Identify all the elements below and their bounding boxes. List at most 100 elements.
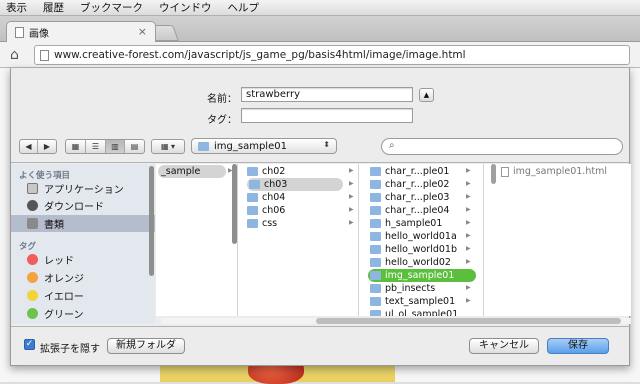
close-tab-icon[interactable]: × [138,25,147,38]
coverflow-view-button[interactable]: ▤ [125,140,144,153]
column-1-scrollbar[interactable] [232,164,237,244]
folder-icon [370,206,381,215]
column-2: ch02 ▶ ch03 ▶ ch04 ▶ ch06 ▶ css ▶ [239,164,359,316]
popup-arrows-icon: ⬍ [323,140,330,149]
filename-input[interactable]: strawberry [241,87,413,102]
column-item[interactable]: char_r...ple04 [370,204,449,217]
folder-icon [370,167,381,176]
column-item-label: hello_world02 [385,257,451,268]
menu-history[interactable]: 履歴 [43,0,64,15]
column-item[interactable]: hello_world02 [370,256,451,269]
menu-window[interactable]: ウインドウ [159,0,212,15]
sidebar-item-downloads[interactable]: ダウンロード [11,197,155,214]
tag-input[interactable] [241,108,413,123]
column-view-button[interactable]: ▥ [106,140,125,153]
column-4: img_sample01.html [485,164,631,316]
menu-help[interactable]: ヘルプ [228,0,260,15]
back-forward-buttons: ◀ ▶ [19,139,57,154]
toolbar-divider [11,162,631,163]
column-item[interactable]: ch04 [247,191,343,204]
disclosure-arrow-icon: ▶ [466,219,471,226]
applications-icon [27,183,38,194]
column-item-label: ul_ol_sample01 [385,309,459,316]
sidebar: よく使う項目 アプリケーション ダウンロード 書類 タグ レッド オレンジ イエ… [11,164,155,324]
column-item-label: char_r...ple04 [385,205,450,216]
url-field[interactable]: www.creative-forest.com/javascript/js_ga… [34,45,630,65]
disclosure-arrow-icon: ▶ [349,180,354,187]
column-item-label: char_r...ple02 [385,179,450,190]
column-browser: _sample ▶ ch02 ▶ ch03 ▶ ch04 ▶ ch06 ▶ cs… [156,164,631,316]
sidebar-item-tag-red[interactable]: レッド [11,251,155,268]
column-item-label: img_sample01.html [513,166,607,177]
arrange-button[interactable]: ▦ ▾ [151,139,185,154]
folder-icon [370,180,381,189]
new-folder-button[interactable]: 新規フォルダ [107,338,185,354]
column-item-label: ch02 [262,166,286,177]
column-item[interactable]: char_r...ple01 [370,165,449,178]
column-item[interactable]: char_r...ple03 [370,191,449,204]
column-item[interactable]: ch03 [247,178,343,191]
browser-tab[interactable]: 画像 × [6,21,156,42]
column-item[interactable]: ul_ol_sample01 [370,308,458,316]
column-item[interactable]: hello_world01b [370,243,457,256]
sidebar-item-label: 書類 [44,220,64,231]
disclosure-arrow-icon: ▶ [466,180,471,187]
sidebar-item-label: アプリケーション [44,185,124,196]
horizontal-scrollbar[interactable] [161,318,631,324]
column-3: char_r...ple01 ▶ char_r...ple02 ▶ char_r… [360,164,484,316]
menu-view[interactable]: 表示 [6,0,27,15]
column-item[interactable]: ch02 [247,165,343,178]
folder-icon [247,219,258,228]
cancel-button[interactable]: キャンセル [469,338,539,354]
disclosure-arrow-icon: ▶ [466,193,471,200]
column-item[interactable]: hello_world01a [370,230,457,243]
scroll-thumb[interactable] [316,318,621,324]
column-item[interactable]: h_sample01 [370,217,442,230]
disclosure-arrow-icon: ▶ [349,167,354,174]
folder-icon [370,310,381,316]
column-item-label: pb_insects [385,283,436,294]
tag-dot-icon [27,308,38,319]
location-label: img_sample01 [214,140,287,152]
sidebar-item-applications[interactable]: アプリケーション [11,180,155,197]
menu-bookmarks[interactable]: ブックマーク [80,0,143,15]
folder-icon [370,297,381,306]
view-mode-buttons: ▦ ☰ ▥ ▤ [65,139,145,154]
column-item-label: _sample [161,166,201,177]
disclosure-arrow-icon: ▶ [466,284,471,291]
forward-button[interactable]: ▶ [38,140,56,153]
folder-icon [370,271,381,280]
sidebar-item-documents[interactable]: 書類 [11,215,155,232]
column-item[interactable]: pb_insects [370,282,435,295]
location-popup[interactable]: img_sample01 ⬍ [191,138,337,154]
documents-icon [27,218,38,229]
home-icon[interactable]: ⌂ [10,47,19,63]
tab-strip: 画像 × [0,16,640,42]
search-field[interactable]: ⌕ [381,138,623,155]
folder-icon [198,141,209,151]
sidebar-item-tag-yellow[interactable]: イエロー [11,287,155,304]
sidebar-item-label: ダウンロード [44,202,104,213]
column-item[interactable]: img_sample01.html [501,165,607,178]
column-4-scrollbar[interactable] [491,164,496,184]
search-icon: ⌕ [389,140,395,151]
sidebar-scrollbar[interactable] [149,166,154,276]
icon-view-button[interactable]: ▦ [66,140,86,153]
column-item[interactable]: char_r...ple02 [370,178,449,191]
column-item[interactable]: css [247,217,343,230]
save-dialog: 名前： strawberry ▲ タグ： ◀ ▶ ▦ ☰ ▥ ▤ ▦ ▾ img… [10,68,631,366]
column-item[interactable]: _sample [158,165,226,178]
expand-dialog-button[interactable]: ▲ [419,88,434,102]
sidebar-item-tag-green[interactable]: グリーン [11,305,155,322]
list-view-button[interactable]: ☰ [86,140,106,153]
tab-title: 画像 [29,28,49,40]
save-button[interactable]: 保存 [547,338,609,354]
column-item[interactable]: img_sample01 [368,269,476,282]
column-item[interactable]: ch06 [247,204,343,217]
sidebar-item-tag-orange[interactable]: オレンジ [11,269,155,286]
hide-extension-checkbox[interactable]: ✓ [24,339,35,350]
back-button[interactable]: ◀ [20,140,38,153]
tag-dot-icon [27,290,38,301]
column-item-label: hello_world01b [385,244,457,255]
column-item[interactable]: text_sample01 [370,295,455,308]
